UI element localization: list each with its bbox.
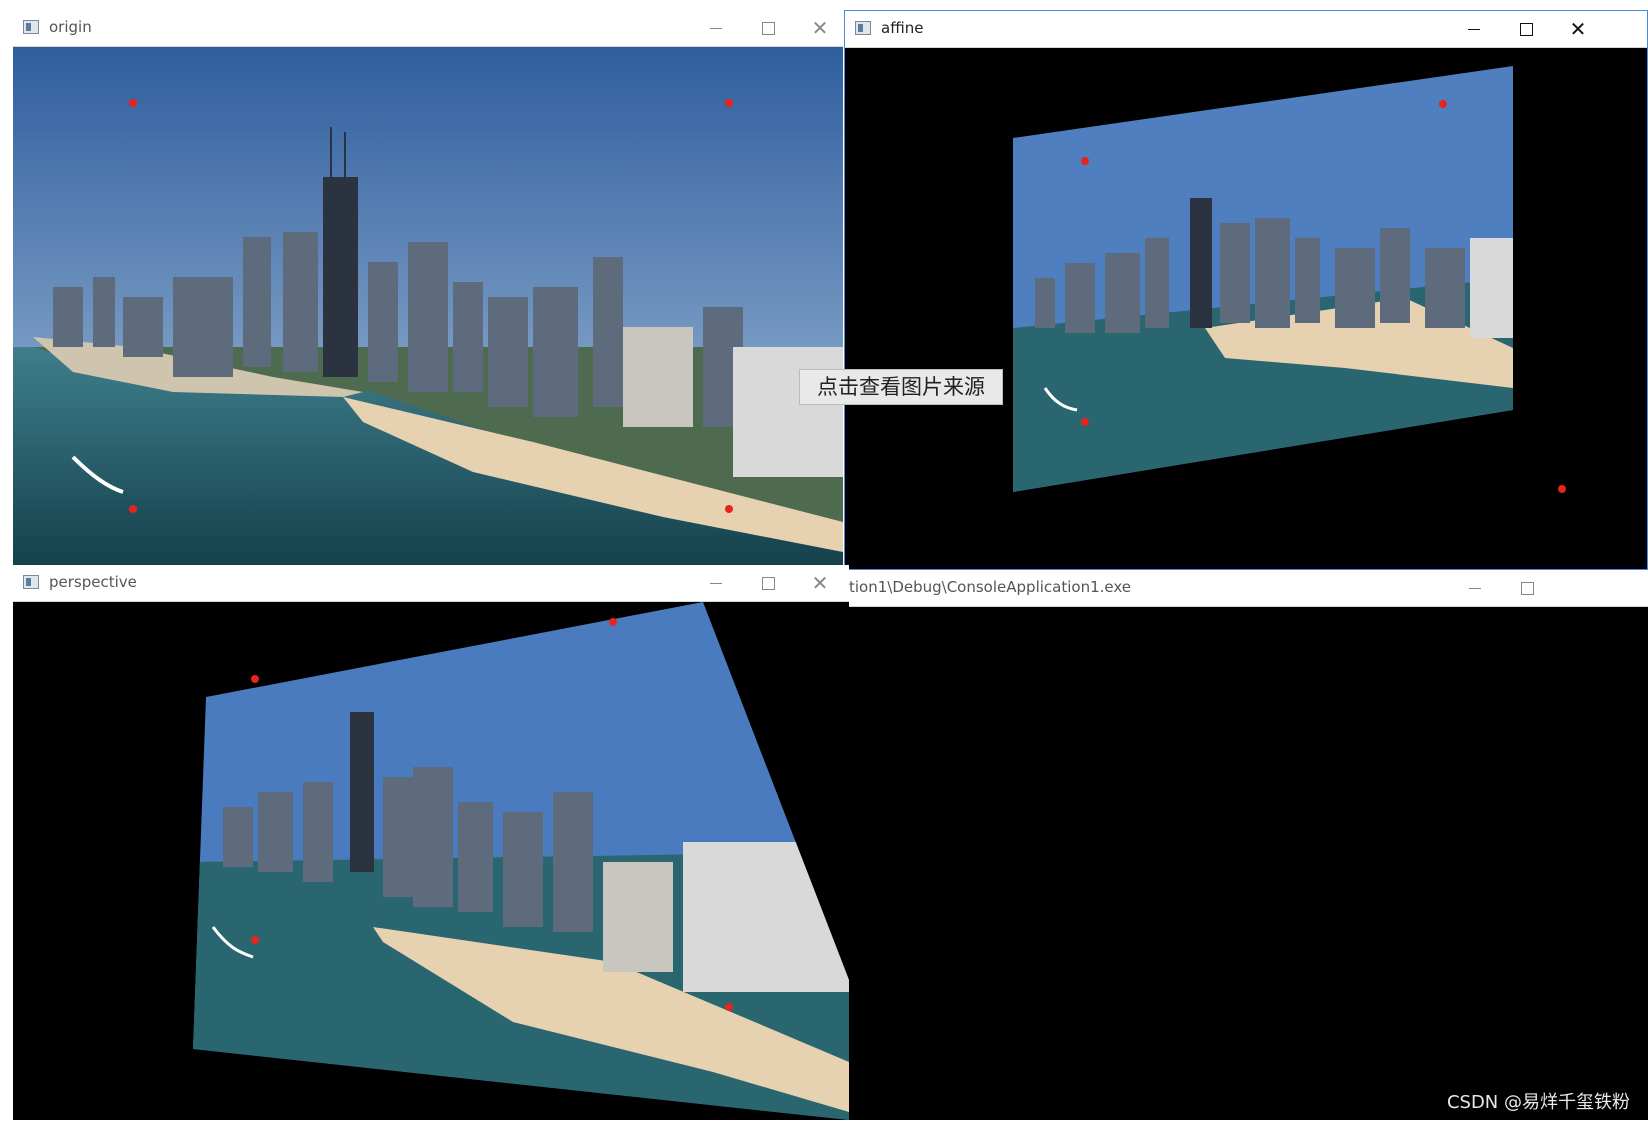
affine-image — [1013, 66, 1513, 492]
perspective-title: perspective — [49, 573, 137, 591]
maximize-icon[interactable] — [1504, 570, 1550, 606]
affine-titlebar[interactable]: affine ✕ — [845, 11, 1647, 48]
origin-marker-top-right — [725, 99, 733, 107]
origin-title: origin — [49, 18, 92, 36]
origin-marker-bottom-right — [725, 505, 733, 513]
perspective-marker-4 — [725, 1003, 733, 1011]
perspective-window[interactable]: perspective ✕ — [13, 565, 849, 1120]
affine-window[interactable]: affine ✕ — [844, 10, 1648, 570]
origin-marker-top-left — [129, 99, 137, 107]
affine-title: affine — [881, 19, 924, 37]
origin-window[interactable]: origin ✕ — [13, 10, 843, 565]
minimize-icon[interactable] — [1451, 11, 1497, 47]
csdn-watermark: CSDN @易烊千玺铁粉 — [1446, 1092, 1630, 1113]
perspective-marker-2 — [609, 618, 617, 626]
maximize-icon[interactable] — [745, 10, 791, 46]
minimize-icon[interactable] — [693, 565, 739, 601]
close-icon[interactable]: ✕ — [1555, 11, 1601, 47]
maximize-icon[interactable] — [1503, 11, 1549, 47]
console-titlebar[interactable]: tion1\Debug\ConsoleApplication1.exe — [849, 570, 1648, 607]
origin-image-area — [13, 47, 843, 565]
perspective-image — [193, 602, 849, 1120]
affine-marker-3 — [1081, 418, 1089, 426]
perspective-image-area — [13, 602, 849, 1120]
affine-marker-1 — [1081, 157, 1089, 165]
minimize-icon[interactable] — [693, 10, 739, 46]
console-title: tion1\Debug\ConsoleApplication1.exe — [849, 578, 1131, 596]
perspective-marker-1 — [251, 675, 259, 683]
minimize-icon[interactable] — [1452, 570, 1498, 606]
window-app-icon — [23, 20, 39, 34]
close-icon[interactable]: ✕ — [797, 10, 843, 46]
affine-marker-2 — [1439, 100, 1447, 108]
console-output-area — [849, 607, 1648, 1120]
perspective-titlebar[interactable]: perspective ✕ — [13, 565, 849, 602]
affine-image-area — [845, 48, 1647, 569]
window-app-icon — [855, 21, 871, 35]
view-image-source-button[interactable]: 点击查看图片来源 — [799, 369, 1003, 405]
perspective-marker-3 — [251, 936, 259, 944]
origin-image — [13, 47, 843, 565]
console-window[interactable]: tion1\Debug\ConsoleApplication1.exe — [849, 570, 1648, 1120]
maximize-icon[interactable] — [745, 565, 791, 601]
origin-marker-bottom-left — [129, 505, 137, 513]
close-icon[interactable]: ✕ — [797, 565, 843, 601]
window-app-icon — [23, 575, 39, 589]
origin-titlebar[interactable]: origin ✕ — [13, 10, 843, 47]
affine-marker-4 — [1558, 485, 1566, 493]
